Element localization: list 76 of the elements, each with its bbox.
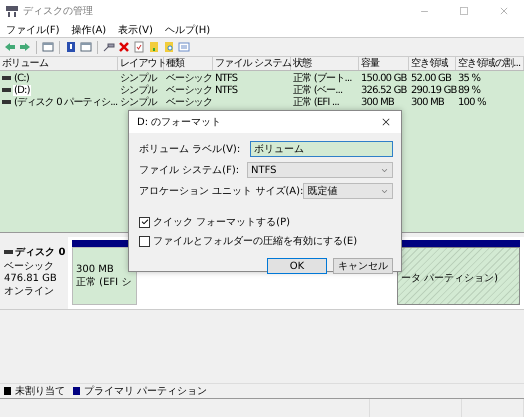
- table-cell-text: シンプル: [120, 96, 157, 109]
- cancel-button[interactable]: キャンセル: [333, 258, 393, 274]
- partition-status: ータ パーティション): [401, 272, 500, 285]
- menu-item[interactable]: ヘルプ(H): [164, 22, 210, 36]
- partition-block[interactable]: 300 MB 正常 (EFI シ: [72, 247, 137, 305]
- table-cell: 300 MB: [411, 96, 444, 108]
- field-label: ボリューム ラベル(V):: [139, 143, 240, 156]
- help-icon[interactable]: [65, 41, 77, 53]
- table-cell-text: ベーシック: [166, 72, 212, 85]
- maximize-icon: [459, 6, 469, 16]
- table-cell-text: シンプル: [120, 72, 157, 84]
- checkbox-label: クイック フォーマットする(P): [153, 216, 290, 229]
- field-label: アロケーション ユニット サイズ(A):: [139, 185, 304, 198]
- forward-arrow-icon[interactable]: [19, 41, 31, 53]
- column-header[interactable]: 容量: [359, 57, 409, 70]
- menu-item[interactable]: ファイル(F): [6, 22, 60, 36]
- disk-size: 476.81 GB: [4, 273, 58, 284]
- close-icon: [380, 116, 392, 128]
- ok-button[interactable]: OK: [267, 258, 327, 274]
- table-cell: NTFS: [215, 84, 238, 96]
- checkbox[interactable]: [139, 236, 150, 246]
- table-cell[interactable]: (C:): [13, 72, 30, 84]
- search-document-icon[interactable]: [163, 41, 175, 53]
- window-title: ディスクの管理: [23, 5, 93, 18]
- table-cell-text: 正常 (EFI ...: [293, 96, 340, 109]
- legend-label: 未割り当て: [15, 384, 65, 398]
- partition-size: 300 MB: [76, 264, 115, 274]
- column-header[interactable]: 空き領域の割...: [456, 57, 524, 70]
- column-header[interactable]: 空き領域: [409, 57, 456, 70]
- table-cell-text: 正常 (ブート...: [293, 72, 352, 84]
- table-cell: 100 %: [458, 96, 486, 108]
- document-icon[interactable]: [148, 41, 160, 53]
- checkbox[interactable]: [139, 216, 150, 228]
- disk-type: ベーシック: [4, 260, 55, 273]
- column-header[interactable]: ファイル システム: [213, 57, 291, 70]
- table-cell[interactable]: (D:): [13, 84, 31, 96]
- panel-icon[interactable]: [42, 41, 54, 53]
- column-header[interactable]: ボリューム: [0, 57, 118, 70]
- table-cell[interactable]: (ディスク 0 パーティシ...: [13, 95, 118, 109]
- input-field[interactable]: ボリューム: [250, 141, 393, 157]
- table-cell-text: シンプル: [120, 84, 157, 96]
- partition-block[interactable]: ータ パーティション): [397, 247, 520, 305]
- disk-status: オンライン: [4, 285, 55, 298]
- table-cell: NTFS: [215, 72, 238, 84]
- menu-item[interactable]: 操作(A): [72, 22, 106, 36]
- table-cell-text: ベーシック: [166, 84, 212, 97]
- column-header[interactable]: 種類: [164, 57, 213, 70]
- dialog-title: D: のフォーマット: [137, 116, 222, 129]
- panel-icon[interactable]: [80, 41, 92, 53]
- delete-icon[interactable]: [118, 41, 130, 53]
- legend-label: プライマリ パーティション: [84, 384, 208, 398]
- table-cell: 290.19 GB: [411, 84, 457, 96]
- table-cell: 89 %: [458, 84, 480, 96]
- table-cell-text: ベーシック: [166, 96, 212, 109]
- checklist-icon[interactable]: [133, 41, 145, 53]
- table-cell-text: 正常 (ベー...: [293, 84, 342, 96]
- field-label: ファイル システム(F):: [139, 164, 240, 177]
- disk-name: ディスク 0: [15, 246, 66, 259]
- table-cell: 35 %: [458, 72, 480, 84]
- column-header[interactable]: 状態: [291, 57, 359, 70]
- column-header[interactable]: レイアウト: [118, 57, 164, 70]
- close-icon: [498, 5, 510, 17]
- back-arrow-icon[interactable]: [4, 41, 16, 53]
- list-icon[interactable]: [178, 41, 190, 53]
- connector-icon[interactable]: [103, 41, 115, 53]
- table-cell: 52.00 GB: [411, 72, 452, 84]
- menu-item[interactable]: 表示(V): [118, 22, 153, 36]
- dropdown[interactable]: NTFS: [247, 162, 393, 178]
- table-cell: 326.52 GB: [361, 84, 407, 96]
- disk-management-icon: [6, 6, 18, 16]
- partition-status: 正常 (EFI シ: [76, 276, 132, 288]
- table-cell: 150.00 GB: [361, 72, 407, 84]
- drive-icon: [4, 250, 13, 254]
- table-cell: 300 MB: [361, 96, 394, 108]
- checkbox-label: ファイルとフォルダーの圧縮を有効にする(E): [153, 234, 358, 248]
- dropdown[interactable]: 既定値: [303, 183, 393, 199]
